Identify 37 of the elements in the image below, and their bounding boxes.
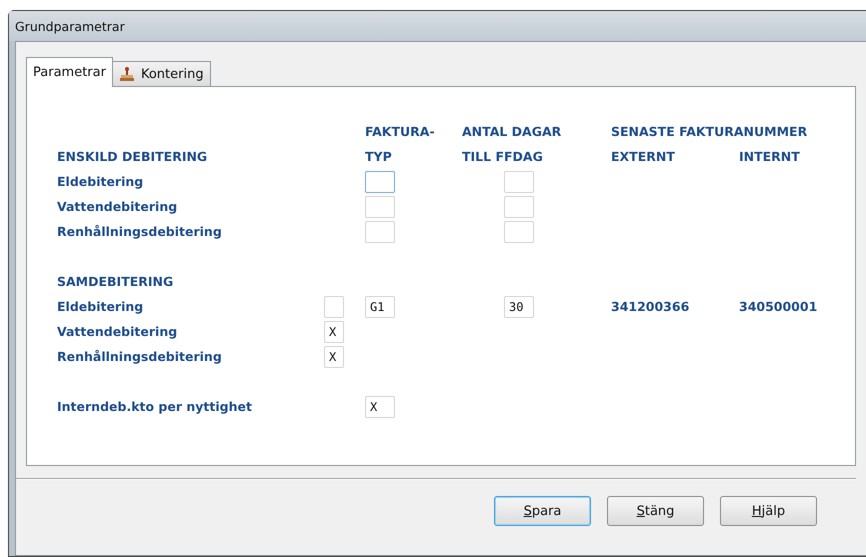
column-heading: TILL FFDAG: [462, 149, 544, 164]
column-heading: INTERNT: [739, 149, 801, 164]
input-field[interactable]: [504, 170, 534, 192]
row-label: Eldebitering: [57, 299, 144, 314]
column-heading: EXTERNT: [611, 149, 676, 164]
row-label: Eldebitering: [57, 174, 144, 189]
input-field[interactable]: [324, 296, 344, 318]
stamp-icon: [118, 66, 135, 82]
input-field[interactable]: [504, 220, 534, 242]
column-heading: ANTAL DAGAR: [462, 124, 562, 139]
section-heading: SAMDEBITERING: [57, 274, 174, 289]
input-field[interactable]: [365, 196, 395, 218]
input-field[interactable]: G1: [365, 296, 395, 318]
column-heading: SENASTE FAKTURANUMMER: [611, 124, 808, 139]
input-field[interactable]: [365, 220, 395, 242]
row-label: Renhållningsdebitering: [57, 224, 223, 239]
input-field[interactable]: X: [324, 320, 344, 342]
row-label: Vattendebitering: [57, 199, 178, 214]
row-label: Renhållningsdebitering: [57, 349, 223, 364]
input-field[interactable]: X: [365, 396, 395, 418]
section-heading: ENSKILD DEBITERING: [57, 149, 208, 164]
input-field[interactable]: X: [324, 346, 344, 368]
window-title: Grundparametrar: [15, 18, 125, 34]
dialog-button[interactable]: Stäng: [607, 496, 704, 526]
column-heading: TYP: [365, 149, 393, 164]
column-heading: FAKTURA-: [365, 124, 436, 139]
row-label: Vattendebitering: [57, 324, 178, 339]
input-field[interactable]: 30: [504, 296, 534, 318]
row-label: Interndeb.kto per nyttighet: [57, 399, 253, 414]
tab[interactable]: Parametrar: [26, 57, 113, 87]
dialog-button[interactable]: Hjälp: [720, 496, 817, 526]
tab[interactable]: Kontering: [112, 61, 211, 86]
dialog-button[interactable]: Spara: [494, 496, 591, 526]
input-field[interactable]: [504, 196, 534, 218]
external-number: 341200366: [611, 299, 690, 314]
internal-number: 340500001: [739, 299, 818, 314]
input-field[interactable]: [365, 170, 395, 192]
